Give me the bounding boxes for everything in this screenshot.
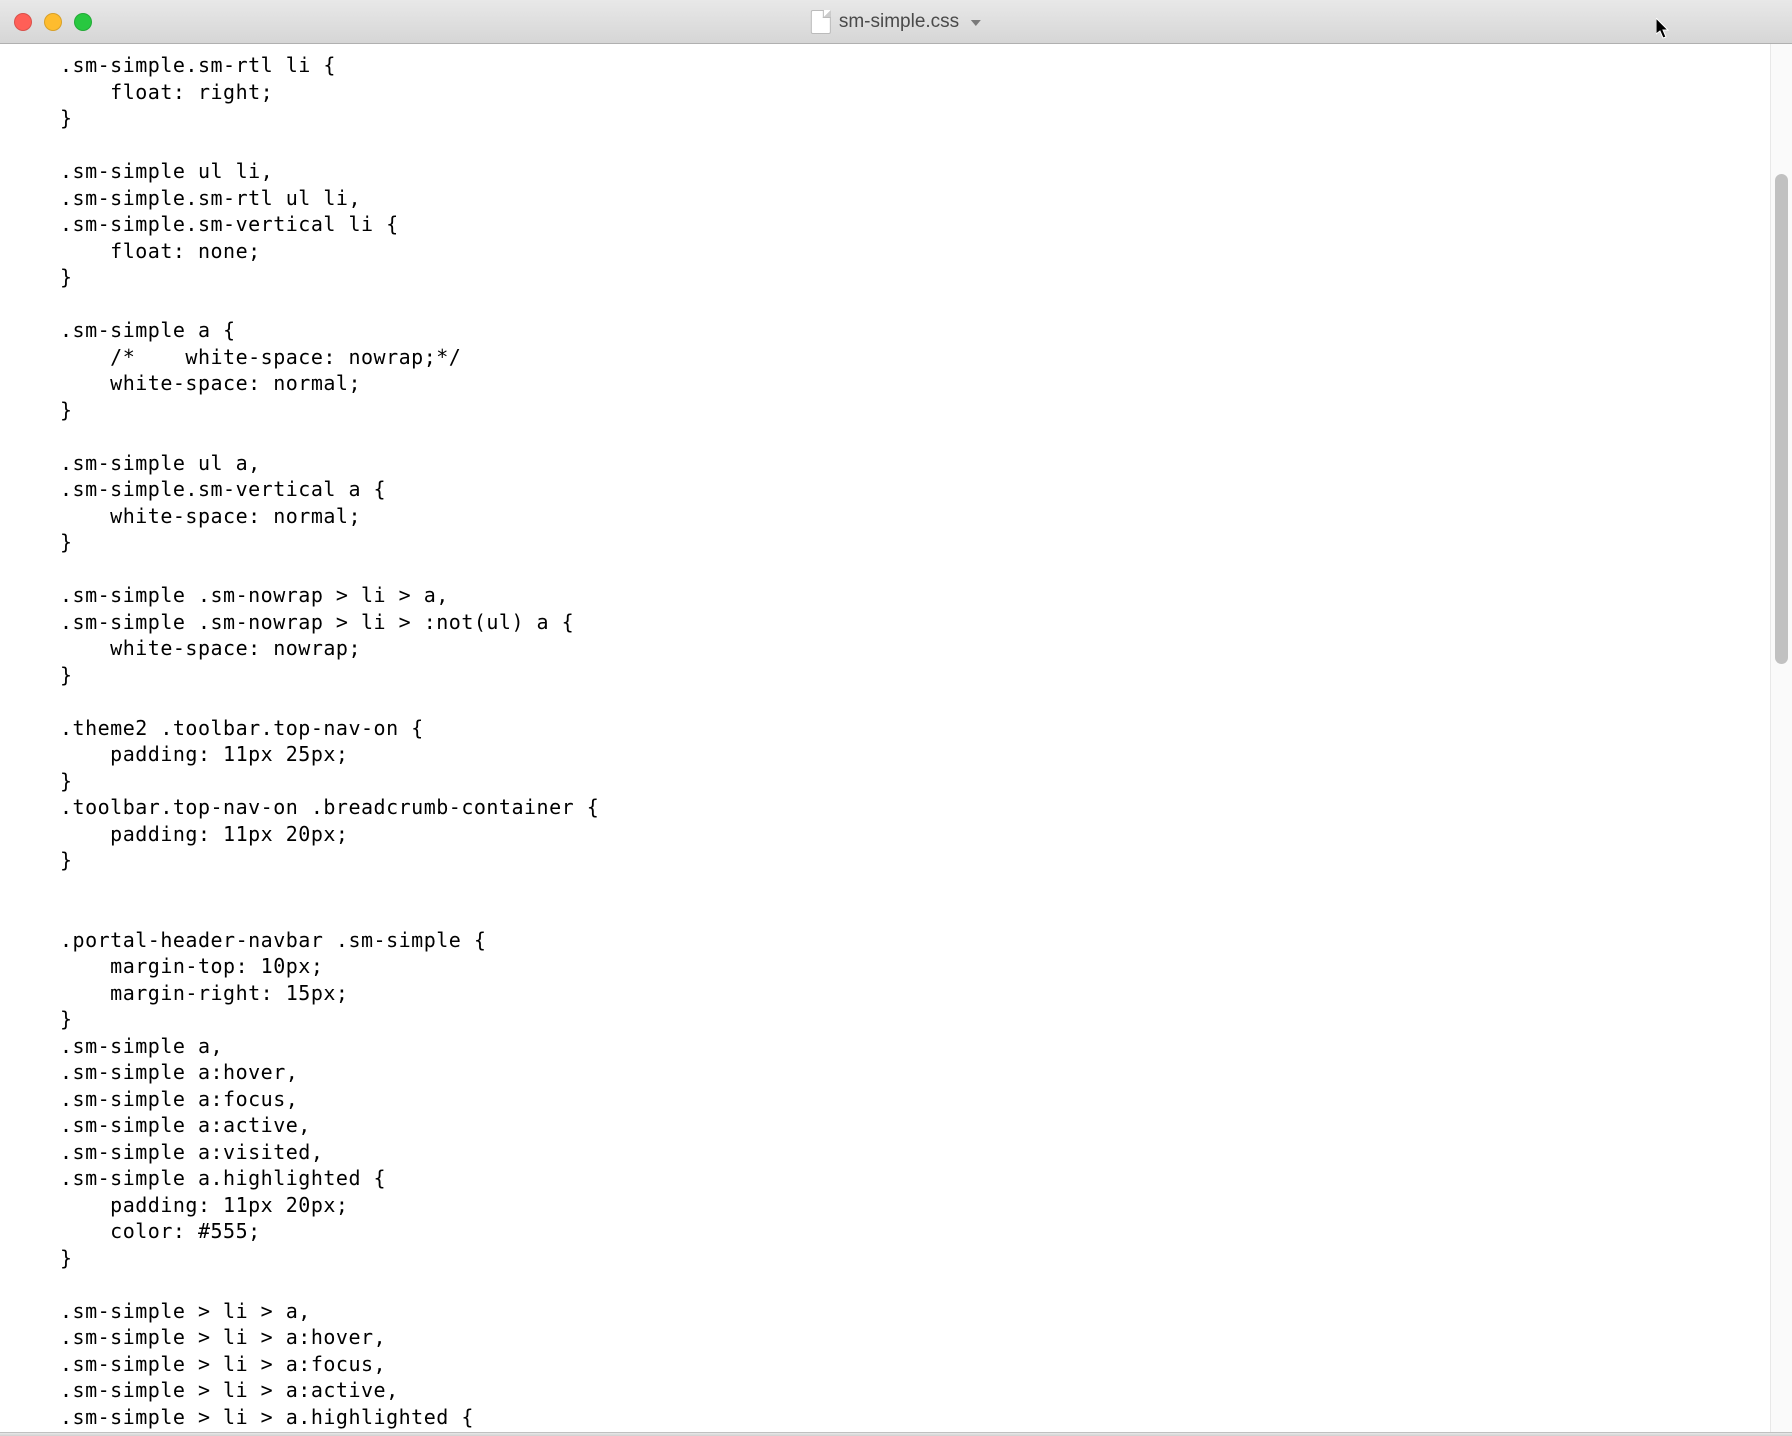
window-title: sm-simple.css [839, 11, 959, 33]
scrollbar-track[interactable] [1770, 44, 1792, 1432]
minimize-button[interactable] [44, 13, 62, 31]
zoom-button[interactable] [74, 13, 92, 31]
file-icon [811, 10, 831, 34]
close-button[interactable] [14, 13, 32, 31]
traffic-lights [14, 13, 92, 31]
chevron-down-icon [971, 20, 981, 26]
content-area: .sm-simple.sm-rtl li { float: right; } .… [0, 44, 1792, 1432]
code-editor[interactable]: .sm-simple.sm-rtl li { float: right; } .… [0, 44, 1770, 1432]
mouse-cursor-icon [1656, 18, 1672, 40]
scrollbar-thumb[interactable] [1775, 174, 1788, 664]
window-titlebar: sm-simple.css [0, 0, 1792, 44]
title-dropdown[interactable]: sm-simple.css [811, 10, 981, 34]
window-bottom-border [0, 1432, 1792, 1436]
